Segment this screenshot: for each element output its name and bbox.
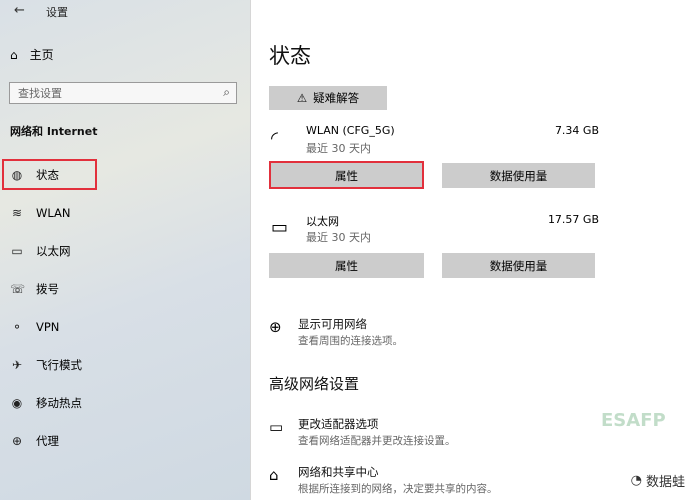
- home-icon: ⌂: [10, 47, 18, 62]
- airplane-icon: ✈: [11, 358, 23, 372]
- sidebar-item-proxy[interactable]: ⊕ 代理: [0, 425, 250, 457]
- link-desc: 查看网络适配器并更改连接设置。: [298, 435, 456, 447]
- sharing-icon: ⌂: [269, 466, 279, 484]
- sidebar-item-wlan[interactable]: ≋ WLAN: [0, 197, 250, 229]
- troubleshoot-label: 疑难解答: [313, 91, 360, 105]
- sidebar-item-label: 飞行模式: [36, 358, 82, 372]
- wifi-signal-icon: ◜: [271, 128, 278, 149]
- watermark: ESAFP: [601, 410, 666, 431]
- sidebar-item-label: 代理: [36, 434, 59, 448]
- ethernet-icon: ▭: [11, 244, 23, 258]
- dialup-icon: ☏: [10, 282, 26, 296]
- troubleshoot-button[interactable]: ⚠ 疑难解答: [269, 86, 387, 110]
- wifi-icon: ≋: [11, 206, 23, 220]
- vpn-icon: ⚬: [11, 320, 23, 334]
- link-title: 更改适配器选项: [298, 417, 379, 431]
- ethernet-monitor-icon: ▭: [271, 217, 289, 238]
- network-period: 最近 30 天内: [306, 231, 371, 244]
- network-wlan: ◜ WLAN (CFG_5G) 最近 30 天内 7.34 GB: [269, 124, 599, 160]
- link-title: 网络和共享中心: [298, 465, 379, 479]
- link-desc: 根据所连接到的网络，决定要共享的内容。: [298, 483, 498, 495]
- search-input[interactable]: 查找设置 ⌕: [9, 82, 237, 104]
- main-panel: 状态 ⚠ 疑难解答 ◜ WLAN (CFG_5G) 最近 30 天内 7.34 …: [251, 0, 693, 500]
- brand-mark: ◔ 数据蛙: [631, 471, 685, 490]
- search-icon[interactable]: ⌕: [223, 85, 230, 100]
- section-title: 网络和 Internet: [10, 125, 98, 138]
- network-name: WLAN (CFG_5G): [306, 124, 395, 137]
- sidebar-item-label: VPN: [36, 320, 60, 334]
- link-title: 显示可用网络: [298, 317, 367, 331]
- hotspot-icon: ◉: [11, 396, 23, 410]
- advanced-settings-title: 高级网络设置: [269, 375, 360, 393]
- network-name: 以太网: [306, 215, 339, 228]
- back-button[interactable]: ←: [14, 3, 25, 18]
- network-usage-size: 17.57 GB: [547, 213, 599, 226]
- network-ethernet: ▭ 以太网 最近 30 天内 17.57 GB: [269, 213, 599, 249]
- weibo-icon: ◔: [630, 473, 642, 488]
- search-placeholder: 查找设置: [18, 87, 62, 100]
- page-title: 状态: [269, 44, 311, 68]
- window-title: 设置: [46, 6, 68, 19]
- sidebar: ← 设置 ⌂ 主页 查找设置 ⌕ 网络和 Internet ◍ 状态 ≋ WLA…: [0, 0, 251, 500]
- sidebar-item-dialup[interactable]: ☏ 拨号: [0, 273, 250, 305]
- network-usage-size: 7.34 GB: [554, 124, 599, 137]
- sidebar-item-hotspot[interactable]: ◉ 移动热点: [0, 387, 250, 419]
- home-link[interactable]: ⌂ 主页: [10, 46, 54, 63]
- proxy-globe-icon: ⊕: [11, 434, 23, 448]
- sidebar-item-label: 以太网: [36, 244, 71, 258]
- sidebar-item-airplane[interactable]: ✈ 飞行模式: [0, 349, 250, 381]
- warning-icon: ⚠: [296, 91, 308, 105]
- selection-highlight: [2, 159, 97, 190]
- wlan-data-usage-button[interactable]: 数据使用量: [442, 163, 595, 188]
- sidebar-item-label: WLAN: [36, 206, 71, 220]
- sidebar-item-ethernet[interactable]: ▭ 以太网: [0, 235, 250, 267]
- globe-network-icon: ⊕: [269, 318, 282, 336]
- ethernet-data-usage-button[interactable]: 数据使用量: [442, 253, 595, 278]
- sidebar-item-label: 拨号: [36, 282, 59, 296]
- link-desc: 查看周围的连接选项。: [298, 335, 403, 347]
- adapter-icon: ▭: [269, 418, 284, 436]
- home-label: 主页: [29, 48, 54, 62]
- title-bar: ← 设置: [0, 0, 250, 24]
- sidebar-item-label: 移动热点: [36, 396, 82, 410]
- ethernet-properties-button[interactable]: 属性: [269, 253, 424, 278]
- properties-highlight: [269, 161, 424, 189]
- sidebar-item-vpn[interactable]: ⚬ VPN: [0, 311, 250, 343]
- network-period: 最近 30 天内: [306, 142, 371, 155]
- brand-label: 数据蛙: [645, 475, 685, 490]
